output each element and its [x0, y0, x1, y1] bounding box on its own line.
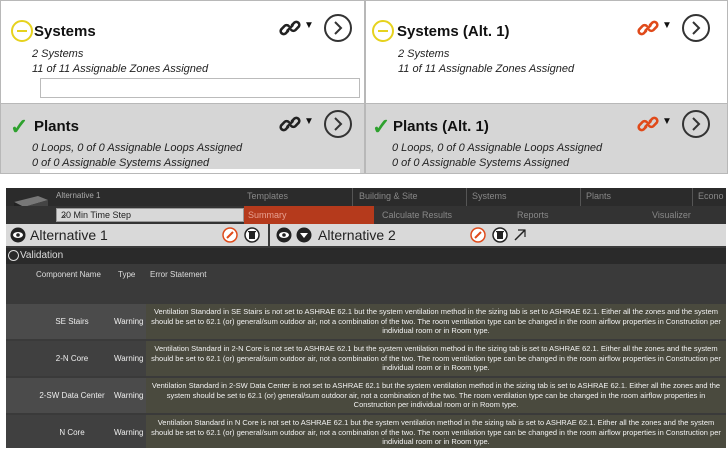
sub-navigation: 20 Min Time Step ⌄ Summary Calculate Res…: [6, 206, 726, 224]
alternatives-bar: Alternative 1 Alternative 2: [6, 224, 726, 246]
error-statement: Ventilation Standard in 2-N Core is not …: [146, 341, 726, 376]
nav-systems[interactable]: Systems: [472, 191, 507, 201]
alternative-2-tab[interactable]: Alternative 2: [274, 226, 526, 244]
error-statement: Ventilation Standard in N Core is not se…: [146, 415, 726, 448]
no-signal-icon[interactable]: [512, 227, 528, 243]
card-divider: [0, 103, 728, 104]
table-row[interactable]: SE Stairs Warning Ventilation Standard i…: [6, 304, 726, 339]
nav-separator: [692, 188, 693, 206]
alternative-2-label: Alternative 2: [318, 227, 396, 243]
column-error-statement: Error Statement: [150, 270, 207, 279]
delete-icon[interactable]: [492, 227, 508, 243]
nav-separator: [352, 188, 353, 206]
tab-summary-label: Summary: [248, 210, 287, 220]
left-card-border: [0, 0, 365, 174]
component-name: 2-SW Data Center: [39, 391, 105, 400]
time-step-select[interactable]: 20 Min Time Step ⌄: [56, 208, 244, 222]
column-type: Type: [118, 270, 136, 279]
table-row[interactable]: 2-SW Data Center Warning Ventilation Sta…: [6, 378, 726, 413]
alternative-divider: [268, 224, 270, 246]
alternative-1-label: Alternative 1: [30, 227, 108, 243]
right-card-border: [365, 0, 728, 174]
top-navigation: Alternative 1 Templates Building & Site …: [6, 188, 726, 213]
nav-building-site[interactable]: Building & Site: [359, 191, 418, 201]
row-type: Warning: [114, 354, 144, 363]
tab-reports[interactable]: Reports: [517, 210, 549, 220]
component-name: 2-N Core: [55, 354, 89, 363]
delete-icon[interactable]: [244, 227, 260, 243]
tab-calculate-results[interactable]: Calculate Results: [382, 210, 452, 220]
current-alternative-label: Alternative 1: [56, 191, 101, 200]
column-component-name: Component Name: [36, 270, 101, 279]
eye-icon[interactable]: [10, 227, 26, 243]
tab-summary[interactable]: Summary: [244, 206, 374, 224]
validation-header[interactable]: Validation: [6, 248, 726, 264]
alternatives-app: Alternative 1 Templates Building & Site …: [6, 188, 726, 448]
tab-visualizer[interactable]: Visualizer: [652, 210, 691, 220]
link-icon[interactable]: [470, 227, 486, 243]
validation-label: Validation: [20, 250, 64, 261]
validation-table-header: Component Name Type Error Statement: [6, 266, 726, 284]
link-icon[interactable]: [222, 227, 238, 243]
component-name: SE Stairs: [55, 317, 89, 326]
alternative-1-tab[interactable]: Alternative 1: [8, 226, 264, 244]
row-type: Warning: [114, 391, 144, 400]
table-row[interactable]: 2-N Core Warning Ventilation Standard in…: [6, 341, 726, 376]
component-name: N Core: [59, 428, 85, 437]
nav-separator: [580, 188, 581, 206]
error-statement: Ventilation Standard in 2-SW Data Center…: [146, 378, 726, 413]
nav-separator: [466, 188, 467, 206]
nav-templates[interactable]: Templates: [247, 191, 288, 201]
nav-economics[interactable]: Econo: [698, 191, 724, 201]
error-statement: Ventilation Standard in SE Stairs is not…: [146, 304, 726, 339]
table-row[interactable]: N Core Warning Ventilation Standard in N…: [6, 415, 726, 448]
chevron-down-icon: ⌄: [61, 210, 68, 219]
eye-icon[interactable]: [276, 227, 292, 243]
collapse-icon[interactable]: [8, 250, 19, 261]
row-type: Warning: [114, 317, 144, 326]
row-type: Warning: [114, 428, 144, 437]
collapse-icon[interactable]: [296, 227, 312, 243]
screenshot-root: Systems 2 Systems 11 of 11 Assignable Zo…: [0, 0, 728, 449]
nav-plants[interactable]: Plants: [586, 191, 611, 201]
